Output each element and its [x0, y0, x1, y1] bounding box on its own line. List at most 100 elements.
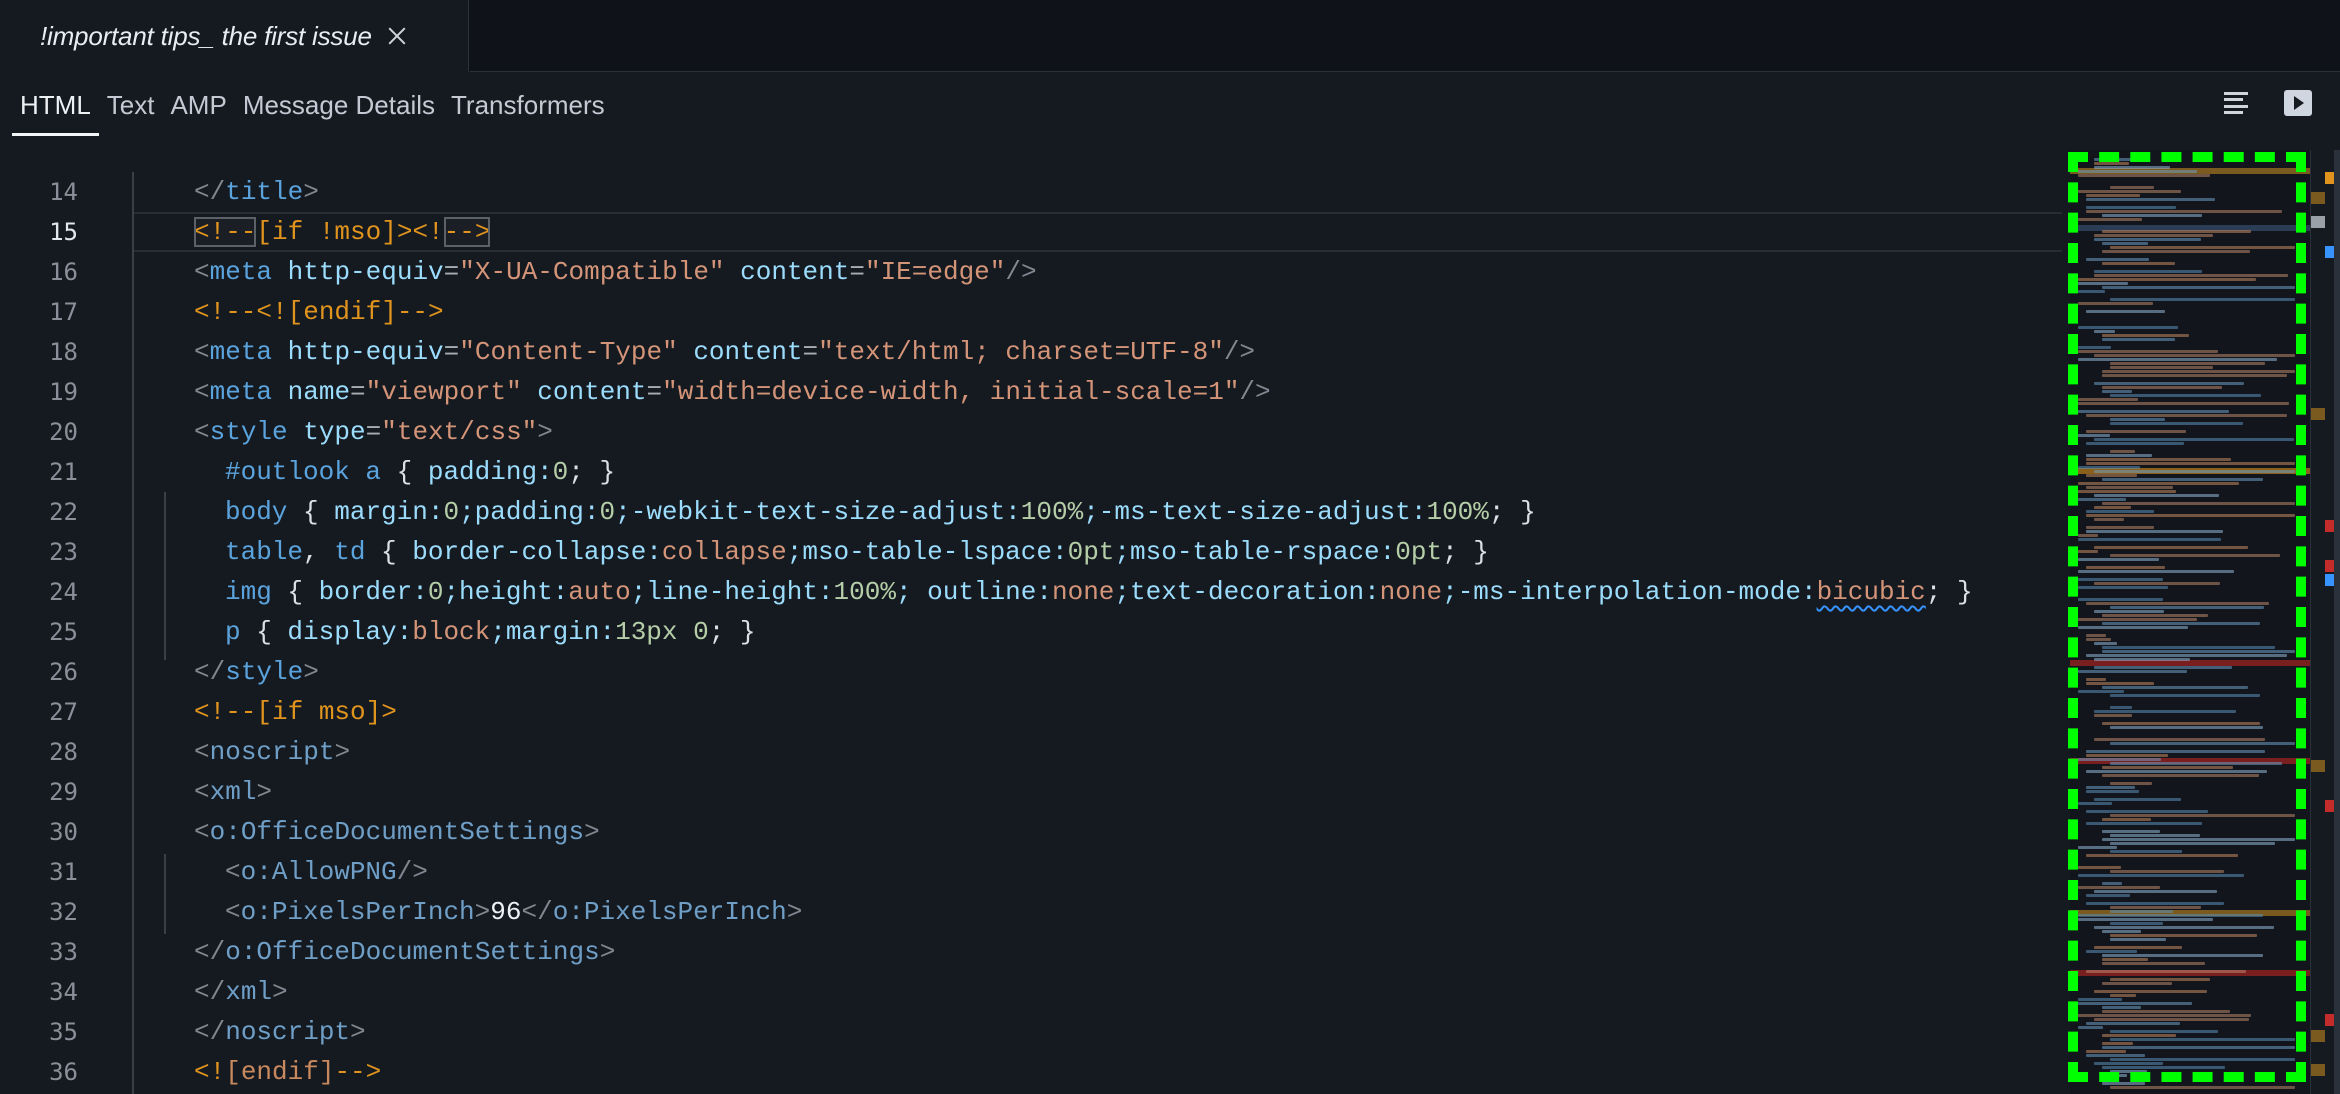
close-icon[interactable] — [386, 25, 408, 47]
code-line[interactable]: </title> — [194, 172, 319, 212]
editor-tab-strip: !important tips_ the first issue — [0, 0, 2340, 72]
code-token: "text/css" — [381, 417, 538, 447]
code-line[interactable]: <style type="text/css"> — [194, 412, 553, 452]
tab-text[interactable]: Text — [99, 72, 163, 138]
file-tab[interactable]: !important tips_ the first issue — [0, 0, 469, 72]
code-line[interactable]: <o:AllowPNG/> — [225, 852, 428, 892]
line-number: 35 — [49, 1018, 78, 1046]
line-number: 33 — [49, 938, 78, 966]
code-line[interactable]: <noscript> — [194, 732, 350, 772]
line-number: 17 — [49, 298, 78, 326]
play-preview-icon[interactable] — [2284, 90, 2312, 116]
tab-html[interactable]: HTML — [12, 72, 99, 138]
code-content[interactable]: </title> <!--[if !mso]><!--> <meta http-eq… — [132, 150, 2070, 1094]
code-line[interactable]: <!--[if !mso]><!--> — [194, 212, 491, 252]
line-number: 32 — [49, 898, 78, 926]
minimap-line — [2102, 1046, 2295, 1049]
minimap-line — [2110, 906, 2201, 909]
minimap-line — [2078, 398, 2138, 401]
code-line[interactable]: <meta http-equiv="X-UA-Compatible" conte… — [194, 252, 1037, 292]
code-token: o:OfficeDocumentSettings — [209, 817, 585, 847]
code-token: ; outline: — [895, 577, 1052, 607]
minimap-line — [2110, 782, 2152, 785]
minimap-line — [2094, 642, 2117, 645]
code-line[interactable]: body { margin:0;padding:0;-webkit-text-s… — [225, 492, 1536, 532]
tab-amp[interactable]: AMP — [162, 72, 234, 138]
code-token: #outlook a — [225, 457, 382, 487]
minimap-line — [2086, 810, 2208, 813]
minimap-line — [2086, 894, 2130, 897]
code-line[interactable]: </style> — [194, 652, 319, 692]
code-line[interactable]: <meta name="viewport" content="width=dev… — [194, 372, 1271, 412]
code-token: none — [1379, 577, 1443, 607]
code-token: /> — [396, 857, 428, 887]
view-tabs: HTML Text AMP Message Details Transforme… — [12, 72, 613, 138]
code-token: "text/html; charset=UTF-8" — [818, 337, 1224, 367]
minimap-line — [2078, 690, 2124, 693]
minimap-line — [2086, 430, 2186, 433]
code-token: 0 — [599, 497, 616, 527]
code-line[interactable]: <meta http-equiv="Content-Type" content=… — [194, 332, 1255, 372]
line-number: 15 — [49, 218, 78, 246]
code-line[interactable]: </o:OfficeDocumentSettings> — [194, 932, 615, 972]
line-number: 25 — [49, 618, 78, 646]
minimap-line — [2110, 366, 2213, 369]
code-line[interactable]: <o:PixelsPerInch>96</o:PixelsPerInch> — [225, 892, 802, 932]
code-line[interactable]: </noscript> — [194, 1012, 366, 1052]
minimap-line — [2102, 818, 2151, 821]
minimap-line — [2094, 438, 2294, 441]
code-line[interactable]: <o:OfficeDocumentSettings> — [194, 812, 600, 852]
format-lines-icon[interactable] — [2224, 90, 2250, 116]
minimap-line — [2102, 230, 2251, 233]
minimap-line — [2102, 262, 2175, 265]
minimap-line — [2094, 234, 2213, 237]
code-token: </ — [521, 897, 553, 927]
code-token: 100% — [833, 577, 896, 607]
minimap-line — [2078, 1014, 2251, 1017]
code-token: [if !mso]><! — [256, 217, 444, 247]
code-line[interactable]: <!--[if mso]> — [194, 692, 397, 732]
minimap[interactable] — [2070, 150, 2310, 1094]
minimap-line — [2102, 622, 2260, 625]
code-token: < — [225, 897, 241, 927]
code-line[interactable]: img { border:0;height:auto;line-height:1… — [225, 572, 1973, 612]
minimap-line — [2102, 614, 2208, 617]
code-token: > — [786, 897, 803, 927]
line-number: 21 — [49, 458, 78, 486]
code-token: meta — [209, 377, 273, 407]
code-editor[interactable]: 14 15 16 17 18 19 20 21 22 23 24 25 26 27 28 29 30 31 32 33… — [0, 150, 2320, 1094]
code-line[interactable]: <xml> — [194, 772, 272, 812]
minimap-line — [2094, 946, 2182, 949]
minimap-line — [2078, 482, 2239, 485]
minimap-line — [2094, 354, 2295, 357]
minimap-line — [2078, 670, 2187, 673]
code-token: ; } — [1488, 497, 1536, 527]
minimap-line — [2102, 1010, 2230, 1013]
line-number: 24 — [49, 578, 78, 606]
minimap-line — [2078, 410, 2229, 413]
code-token: title — [225, 177, 304, 207]
code-token: none — [1052, 577, 1115, 607]
code-line[interactable]: #outlook a { padding:0; } — [225, 452, 615, 492]
code-line[interactable]: p { display:block;margin:13px 0; } — [225, 612, 756, 652]
minimap-line — [2094, 494, 2219, 497]
code-line[interactable]: table, td { border-collapse:collapse;mso… — [225, 532, 1489, 572]
code-token: body — [225, 497, 288, 527]
code-token: "width=device-width, initial-scale=1" — [662, 377, 1240, 407]
minimap-line — [2078, 402, 2289, 405]
minimap-line — [2078, 758, 2161, 761]
line-number: 36 — [49, 1058, 78, 1086]
minimap-line — [2078, 346, 2111, 349]
tab-transformers[interactable]: Transformers — [443, 72, 613, 138]
code-token: ; } — [568, 457, 616, 487]
tab-message-details[interactable]: Message Details — [235, 72, 443, 138]
minimap-line — [2102, 830, 2160, 833]
minimap-line — [2110, 1058, 2295, 1061]
code-token: ;-ms-interpolation-mode: — [1442, 577, 1817, 607]
minimap-line — [2086, 442, 2184, 445]
code-line[interactable]: </xml> — [194, 972, 288, 1012]
code-line[interactable]: <!--<![endif]--> — [194, 292, 444, 332]
minimap-line — [2094, 714, 2132, 717]
code-line[interactable]: <![endif]--> — [194, 1052, 381, 1092]
vertical-scrollbar[interactable] — [2334, 150, 2340, 1094]
